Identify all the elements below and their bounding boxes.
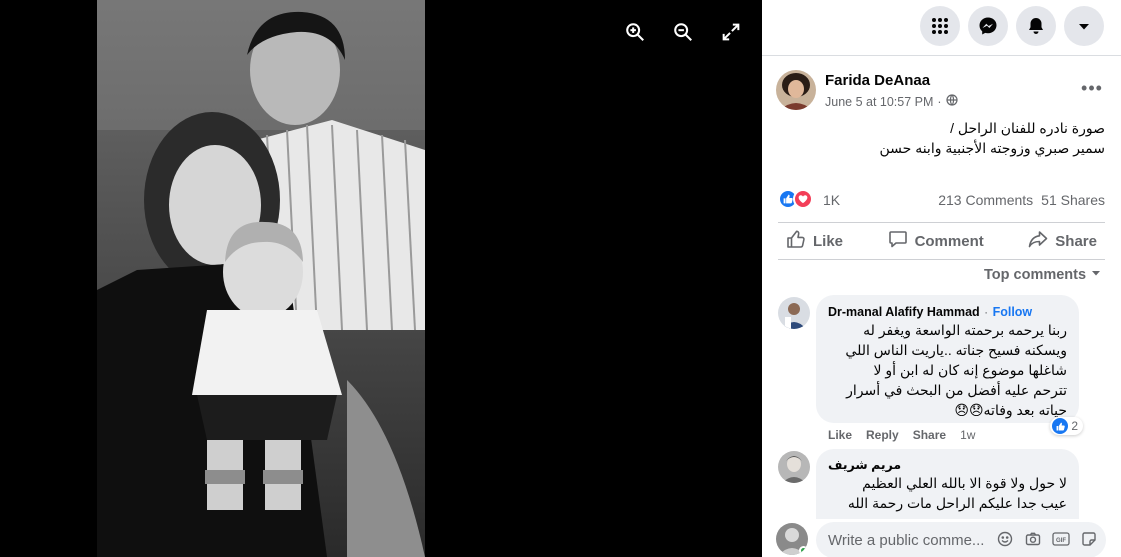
dot-separator: · <box>937 94 942 109</box>
engagement-counts: 213 Comments 51 Shares <box>938 192 1105 208</box>
comment-text: لا حول ولا قوة الا بالله العلي العظيم عي… <box>827 473 1067 513</box>
post-meta: June 5 at 10:57 PM · <box>825 94 958 109</box>
gif-icon[interactable]: GIF <box>1052 530 1070 548</box>
comment-reply-button[interactable]: Reply <box>866 428 899 442</box>
like-button-label: Like <box>813 232 844 250</box>
like-button[interactable]: Like <box>778 225 851 257</box>
camera-icon[interactable] <box>1024 530 1042 548</box>
globe-icon[interactable] <box>945 94 958 109</box>
comment-author[interactable]: Dr-manal Alafify Hammad <box>828 305 980 319</box>
post-text-line: سمير صبري وزوجته الأجنبية وابنه حسن <box>879 140 1105 156</box>
comment-header: Dr-manal Alafify Hammad · Follow <box>828 303 1032 321</box>
bell-icon[interactable] <box>1016 6 1056 46</box>
commenter-avatar[interactable] <box>778 451 810 483</box>
comment-bubble: مريم شريف لا حول ولا قوة الا بالله العلي… <box>816 449 1079 521</box>
online-status-badge <box>799 546 808 555</box>
post-action-bar: Like Comment Share <box>778 222 1105 260</box>
comment-bubble: Dr-manal Alafify Hammad · Follow ربنا ير… <box>816 295 1083 435</box>
comment-text-line: عيب جدا عليكم الراحل مات رحمة الله <box>847 495 1067 511</box>
sort-label: Top comments <box>984 267 1087 283</box>
messenger-icon[interactable] <box>968 6 1008 46</box>
post-text-line: صورة نادره للفنان الراحل / <box>950 120 1105 136</box>
love-reaction-icon <box>793 189 813 209</box>
comment-text: ربنا يرحمه برحمته الواسعة ويغفر له ويسكن… <box>827 320 1067 420</box>
post-photo[interactable] <box>97 0 425 557</box>
share-icon <box>1028 229 1048 253</box>
post-date[interactable]: June 5 at 10:57 PM <box>825 95 933 109</box>
sticker-icon[interactable] <box>1080 530 1098 548</box>
share-button-label: Share <box>1055 232 1097 250</box>
comment-like-button[interactable]: Like <box>828 428 852 442</box>
menu-grid-icon[interactable] <box>920 6 960 46</box>
shares-count[interactable]: 51 Shares <box>1041 192 1105 208</box>
comment-reaction-count: 2 <box>1071 419 1078 433</box>
like-reaction-icon <box>1052 418 1069 434</box>
reaction-icons[interactable] <box>778 189 813 209</box>
current-user-avatar[interactable] <box>776 523 808 555</box>
comment-actions: Like Reply Share 1w <box>828 428 975 442</box>
comment-author[interactable]: مريم شريف <box>828 457 901 472</box>
share-button[interactable]: Share <box>1020 225 1105 257</box>
emoji-icon[interactable] <box>996 530 1014 548</box>
comment-share-button[interactable]: Share <box>913 428 946 442</box>
dot-separator: · <box>984 305 989 319</box>
comments-count[interactable]: 213 Comments <box>938 192 1033 208</box>
more-options-icon[interactable]: ••• <box>1076 76 1108 100</box>
comment-text-line: لا حول ولا قوة الا بالله العلي العظيم <box>862 475 1067 491</box>
reactions-summary: 1K 213 Comments 51 Shares <box>778 188 1105 212</box>
comment-button-label: Comment <box>914 232 984 250</box>
comment-text-line: حياته بعد وفاته😞😞 <box>954 402 1067 418</box>
reaction-count[interactable]: 1K <box>823 192 840 208</box>
follow-button[interactable]: Follow <box>993 305 1033 319</box>
author-name[interactable]: Farida DeAnaa <box>825 72 930 89</box>
photo-viewer <box>0 0 762 557</box>
zoom-in-icon[interactable] <box>621 18 649 46</box>
comment-icon <box>888 229 908 253</box>
comment-composer: GIF <box>776 519 1106 557</box>
comment-text-line: تترحم عليه أفضل من البحث في أسرار <box>846 382 1067 398</box>
like-icon <box>786 229 806 253</box>
caret-down-icon[interactable] <box>1064 6 1104 46</box>
post-panel: Farida DeAnaa June 5 at 10:57 PM · ••• ص… <box>762 0 1121 557</box>
svg-text:GIF: GIF <box>1056 538 1066 544</box>
comment-text-line: ويسكنه فسيح جناته ..ياريت الناس اللي <box>845 342 1067 358</box>
comment-sort-dropdown[interactable]: Top comments <box>984 267 1102 283</box>
comment-text-line: شاغلها موضوع إنه كان له ابن أو لا <box>873 362 1067 378</box>
comment-time[interactable]: 1w <box>960 428 975 442</box>
composer-icons: GIF <box>996 530 1098 548</box>
comment-button[interactable]: Comment <box>880 225 992 257</box>
fullscreen-icon[interactable] <box>717 18 745 46</box>
comment-reactions[interactable]: 2 <box>1050 417 1083 435</box>
post-text: صورة نادره للفنان الراحل / سمير صبري وزو… <box>776 118 1105 158</box>
author-avatar[interactable] <box>776 70 816 110</box>
commenter-avatar[interactable] <box>778 297 810 329</box>
caret-down-icon <box>1090 267 1102 283</box>
comment-text-line: ربنا يرحمه برحمته الواسعة ويغفر له <box>863 322 1067 338</box>
zoom-out-icon[interactable] <box>669 18 697 46</box>
post-header: Farida DeAnaa June 5 at 10:57 PM · ••• <box>776 70 1108 114</box>
top-navigation <box>762 0 1121 56</box>
